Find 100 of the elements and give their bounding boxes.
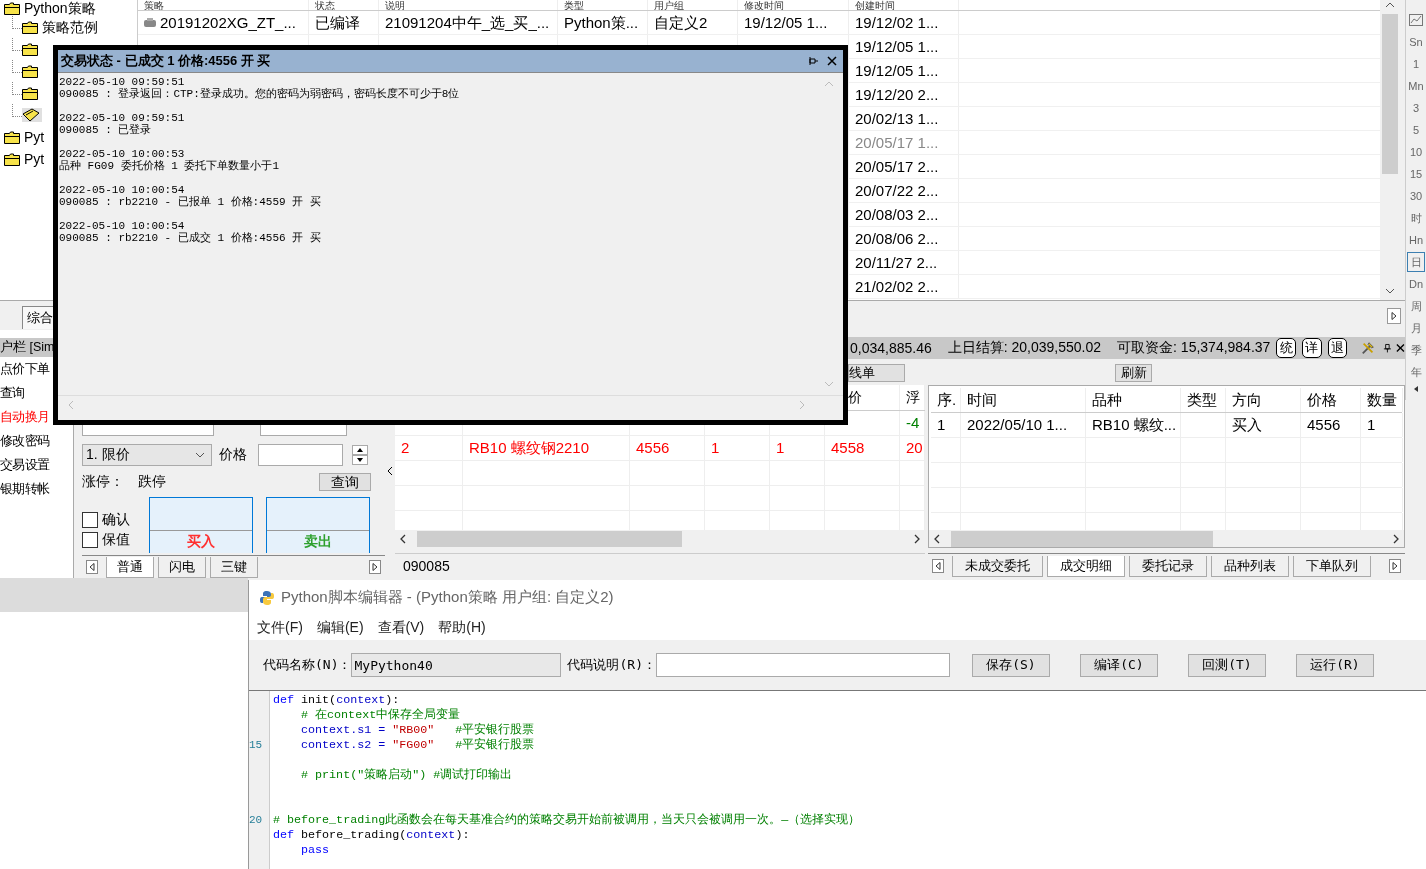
scroll-left-button[interactable] xyxy=(86,560,98,574)
tab[interactable]: 未成交委托 xyxy=(952,555,1043,577)
tree-item[interactable] xyxy=(22,108,42,122)
order-type-button[interactable]: 线单 xyxy=(848,364,905,382)
period-button[interactable]: 季 xyxy=(1407,340,1425,360)
checkbox[interactable] xyxy=(82,532,98,548)
round-button[interactable]: 详 xyxy=(1302,338,1322,358)
log-message: 品种 FG09 委托价格 1 委托下单数量小于1 xyxy=(59,160,280,172)
tree-item[interactable]: Pyt xyxy=(4,150,47,168)
tree-item[interactable]: Pyt xyxy=(4,128,47,146)
input-field[interactable] xyxy=(82,425,214,436)
menu-item[interactable]: 查看(V) xyxy=(377,618,425,637)
tab[interactable]: 综合 xyxy=(22,306,56,329)
tree-item[interactable] xyxy=(22,64,40,78)
round-button[interactable]: 退 xyxy=(1327,338,1348,358)
menu-item[interactable]: 点价下单 xyxy=(0,361,50,376)
right-triangle-icon xyxy=(1392,562,1398,570)
menu-item[interactable]: 帮助(H) xyxy=(438,618,486,637)
scrollbar-thumb[interactable] xyxy=(1382,14,1398,174)
close-icon[interactable] xyxy=(1396,343,1405,353)
pin-icon[interactable] xyxy=(1383,343,1393,353)
column-header[interactable]: 数量 xyxy=(1367,391,1397,408)
query-button[interactable]: 查询 xyxy=(319,473,371,491)
spinner[interactable] xyxy=(352,445,368,465)
period-button[interactable]: 日 xyxy=(1407,252,1425,272)
order-type-dropdown[interactable]: 1. 限价 xyxy=(82,444,212,466)
period-button[interactable]: 15 xyxy=(1407,164,1425,184)
scroll-right-button[interactable] xyxy=(369,560,381,574)
log-message: 090085 : 已登录 xyxy=(59,124,153,136)
toolbar-button[interactable]: 回测(T) xyxy=(1187,653,1266,677)
name-field[interactable]: MyPython40 xyxy=(351,653,562,677)
column-header[interactable]: 说明 xyxy=(379,0,558,10)
pin-icon[interactable] xyxy=(809,56,819,66)
column-header[interactable]: 序. xyxy=(937,391,957,408)
table-cell: 21/02/02 2... xyxy=(849,275,959,298)
column-header[interactable]: 时间 xyxy=(967,391,997,408)
menu-item[interactable]: 自动换月 xyxy=(0,409,50,424)
period-button[interactable]: Hn xyxy=(1407,230,1425,250)
column-header[interactable]: 类型 xyxy=(1187,391,1217,408)
period-button[interactable]: Dn xyxy=(1407,274,1425,294)
tab[interactable]: 品种列表 xyxy=(1211,555,1289,577)
chart-icon[interactable] xyxy=(1409,14,1423,26)
menu-item[interactable]: 交易设置 xyxy=(0,457,50,472)
period-button[interactable]: 30 xyxy=(1407,186,1425,206)
price-field[interactable] xyxy=(258,444,343,466)
column-header[interactable]: 类型 xyxy=(558,0,648,10)
scroll-left-button[interactable] xyxy=(932,559,944,573)
toolbar-button[interactable]: 保存(S) xyxy=(971,653,1050,677)
tab[interactable]: 闪电 xyxy=(158,556,206,578)
tree-item[interactable] xyxy=(22,86,40,100)
tab[interactable]: 普通 xyxy=(106,556,154,578)
column-header[interactable]: 用户组 xyxy=(648,0,738,10)
caret-icon[interactable] xyxy=(1414,386,1418,392)
tree-item[interactable]: Python策略 xyxy=(4,0,98,17)
round-button[interactable]: 统 xyxy=(1276,338,1296,358)
column-header[interactable]: 浮 xyxy=(906,389,920,405)
tab[interactable]: 成交明细 xyxy=(1047,555,1125,577)
period-button[interactable]: 10 xyxy=(1407,142,1425,162)
column-header[interactable]: 状态 xyxy=(309,0,379,10)
table-cell: 20/08/06 2... xyxy=(849,227,959,250)
toolbar-button[interactable]: 运行(R) xyxy=(1295,653,1374,677)
column-header[interactable]: 品种 xyxy=(1092,391,1122,408)
period-button[interactable]: Mn xyxy=(1407,76,1425,96)
period-button[interactable]: 时 xyxy=(1407,208,1425,228)
column-header[interactable]: 价格 xyxy=(1307,391,1337,408)
menu-item[interactable]: 编辑(E) xyxy=(316,618,364,637)
menu-item[interactable]: 查询 xyxy=(0,385,25,400)
checkbox[interactable] xyxy=(82,512,98,528)
description-field[interactable] xyxy=(655,653,950,677)
column-header[interactable]: 创建时间 xyxy=(849,0,959,10)
menu-item[interactable]: 银期转帐 xyxy=(0,481,50,496)
menu-item[interactable]: 文件(F) xyxy=(257,618,303,637)
period-button[interactable]: 5 xyxy=(1407,120,1425,140)
menu-item[interactable]: 修改密码 xyxy=(0,433,50,448)
scroll-right-button[interactable] xyxy=(1387,308,1401,324)
period-button[interactable]: 年 xyxy=(1407,362,1425,382)
tree-item[interactable] xyxy=(22,42,40,56)
close-icon[interactable] xyxy=(827,56,837,66)
column-header[interactable]: 方向 xyxy=(1232,391,1262,408)
line-number: 15 xyxy=(249,739,263,751)
tab[interactable]: 三键 xyxy=(210,556,258,578)
scroll-right-button[interactable] xyxy=(1389,559,1401,573)
period-button[interactable]: 周 xyxy=(1407,296,1425,316)
code-line: # print("策略启动") #调试打印输出 xyxy=(300,768,513,782)
table-cell: 20191202XG_ZT_... xyxy=(138,11,309,34)
horizontal-scrollbar[interactable] xyxy=(928,530,1405,548)
input-field[interactable] xyxy=(260,425,347,436)
tree-item[interactable]: 策略范例 xyxy=(22,18,100,36)
tools-icon[interactable] xyxy=(1361,340,1376,356)
refresh-button[interactable]: 刷新 xyxy=(1115,364,1152,382)
tab[interactable]: 下单队列 xyxy=(1293,555,1371,577)
period-button[interactable]: 月 xyxy=(1407,318,1425,338)
column-header[interactable]: 价 xyxy=(848,389,862,405)
toolbar-button[interactable]: 编译(C) xyxy=(1079,653,1158,677)
tab[interactable]: 委托记录 xyxy=(1129,555,1207,577)
period-button[interactable]: 3 xyxy=(1407,98,1425,118)
column-header[interactable]: 修改时间 xyxy=(738,0,849,10)
period-button[interactable]: Sn xyxy=(1407,32,1425,52)
period-button[interactable]: 1 xyxy=(1407,54,1425,74)
column-header[interactable]: 策略 xyxy=(138,0,309,10)
